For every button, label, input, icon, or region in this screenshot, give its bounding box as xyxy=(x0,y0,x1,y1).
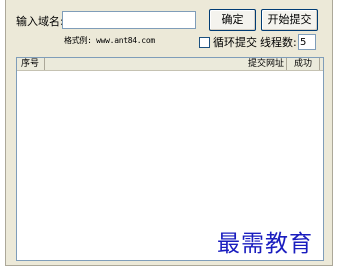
format-hint: 格式例: www.ant84.com xyxy=(64,36,155,45)
loop-submit-label[interactable]: 循环提交 xyxy=(213,36,257,49)
threads-input[interactable] xyxy=(298,34,316,50)
domain-label: 输入域名: xyxy=(16,15,64,28)
column-header-url[interactable]: 提交网址 xyxy=(45,58,287,70)
loop-submit-checkbox[interactable] xyxy=(199,37,210,48)
domain-input[interactable] xyxy=(62,11,196,29)
list-header: 序号 提交网址 成功 xyxy=(17,58,323,71)
threads-label: 线程数: xyxy=(260,36,297,49)
confirm-button[interactable]: 确定 xyxy=(209,9,256,31)
start-submit-button[interactable]: 开始提交 xyxy=(261,9,318,31)
column-header-success[interactable]: 成功 xyxy=(287,58,320,70)
watermark: 最需教育 xyxy=(217,231,313,257)
column-header-seq[interactable]: 序号 xyxy=(17,58,45,70)
